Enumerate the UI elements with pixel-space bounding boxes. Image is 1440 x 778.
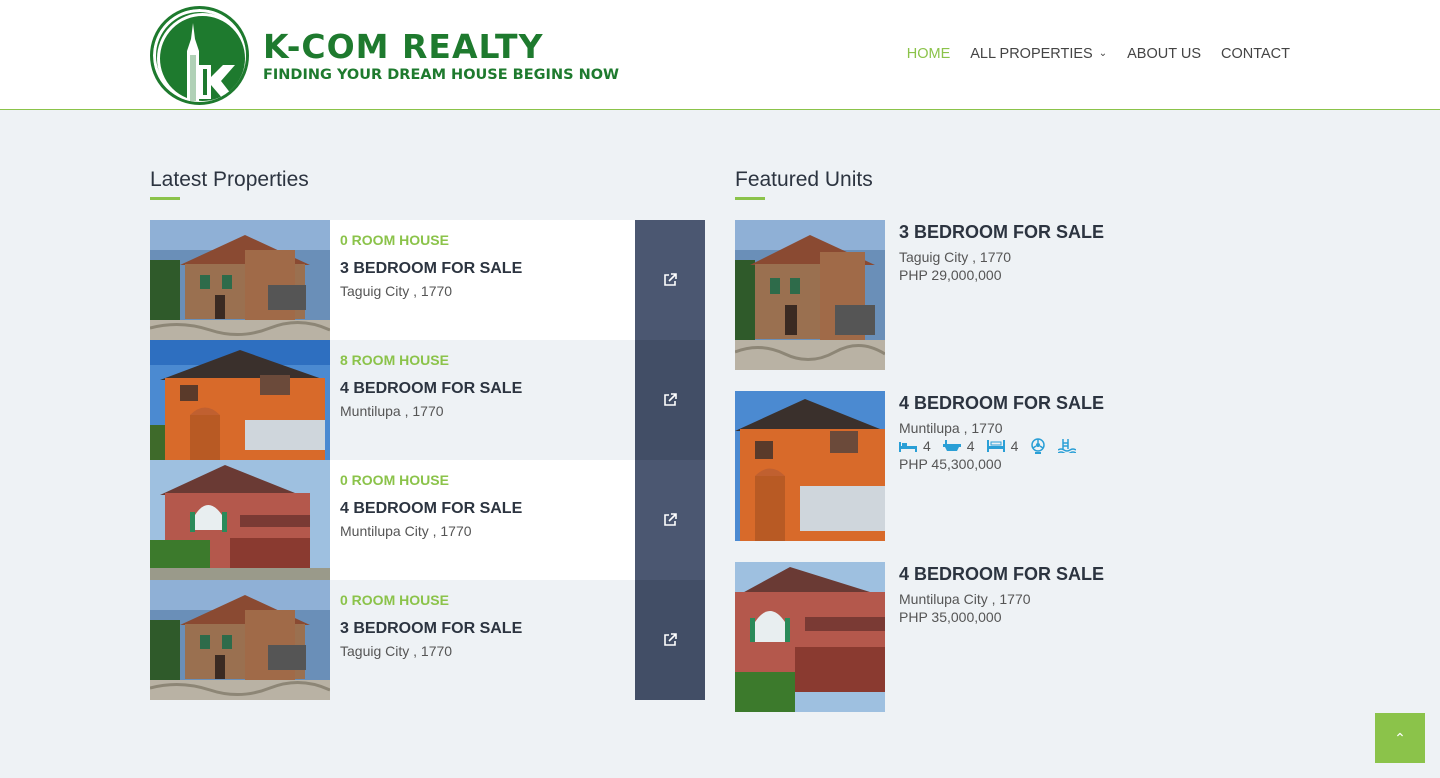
property-location: Taguig City , 1770 — [340, 283, 453, 299]
featured-price: PHP 29,000,000 — [899, 267, 1002, 283]
featured-units-heading: Featured Units — [735, 168, 873, 191]
latest-heading-underline — [150, 197, 180, 200]
external-link-icon — [664, 513, 677, 526]
main-nav: HOME ALL PROPERTIES ⌄ ABOUT US CONTACT — [907, 46, 1290, 62]
bed-frame-icon — [986, 440, 1005, 452]
external-link-icon — [664, 393, 677, 406]
property-thumbnail[interactable] — [150, 220, 330, 340]
site-logo[interactable]: K-COM REALTY FINDING YOUR DREAM HOUSE BE… — [150, 6, 619, 105]
property-title[interactable]: 4 BEDROOM FOR SALE — [340, 500, 625, 518]
featured-location: Muntilupa , 1770 — [899, 420, 1003, 436]
logo-emblem — [150, 6, 249, 105]
fan-icon — [1031, 438, 1046, 454]
bed-count: 4 — [1010, 438, 1019, 454]
room-type-label: 0 ROOM HOUSE — [340, 232, 449, 248]
nav-about-label: ABOUT US — [1127, 46, 1201, 62]
logo-building-icon — [157, 13, 246, 102]
open-property-button[interactable] — [635, 220, 705, 340]
bedroom-count: 4 — [923, 438, 931, 454]
property-thumbnail[interactable] — [150, 340, 330, 460]
featured-title[interactable]: 4 BEDROOM FOR SALE — [899, 393, 1104, 414]
property-thumbnail[interactable] — [150, 460, 330, 580]
room-type-label: 0 ROOM HOUSE — [340, 472, 449, 488]
chevron-down-icon: ⌄ — [1098, 48, 1108, 59]
featured-heading-underline — [735, 197, 765, 200]
latest-properties-list: 0 ROOM HOUSE 3 BEDROOM FOR SALE Taguig C… — [150, 220, 705, 700]
featured-thumbnail[interactable] — [735, 391, 885, 541]
property-location: Taguig City , 1770 — [340, 643, 453, 659]
room-type-label: 0 ROOM HOUSE — [340, 592, 449, 608]
open-property-button[interactable] — [635, 580, 705, 700]
nav-all-properties[interactable]: ALL PROPERTIES ⌄ — [970, 46, 1107, 62]
featured-item[interactable]: 4 BEDROOM FOR SALE Muntilupa , 1770 4 4 … — [735, 391, 1104, 541]
bathroom-count: 4 — [966, 438, 975, 454]
list-item[interactable]: 8 ROOM HOUSE 4 BEDROOM FOR SALE Muntilup… — [150, 340, 705, 460]
brand-title: K-COM REALTY — [263, 26, 544, 66]
list-item[interactable]: 0 ROOM HOUSE 4 BEDROOM FOR SALE Muntilup… — [150, 460, 705, 580]
chevron-up-icon: ⌃ — [1394, 729, 1406, 746]
featured-title[interactable]: 4 BEDROOM FOR SALE — [899, 564, 1104, 585]
nav-all-properties-label: ALL PROPERTIES — [970, 46, 1093, 62]
featured-title[interactable]: 3 BEDROOM FOR SALE — [899, 222, 1104, 243]
featured-location: Muntilupa City , 1770 — [899, 591, 1031, 607]
nav-home-label: HOME — [906, 46, 951, 62]
property-location: Muntilupa City , 1770 — [340, 523, 472, 539]
amenities-row: 4 4 4 — [899, 438, 1104, 454]
list-item[interactable]: 0 ROOM HOUSE 3 BEDROOM FOR SALE Taguig C… — [150, 220, 705, 340]
featured-price: PHP 35,000,000 — [899, 609, 1002, 625]
open-property-button[interactable] — [635, 460, 705, 580]
property-thumbnail[interactable] — [150, 580, 330, 700]
property-title[interactable]: 4 BEDROOM FOR SALE — [340, 380, 625, 398]
featured-item[interactable]: 4 BEDROOM FOR SALE Muntilupa City , 1770… — [735, 562, 1104, 712]
external-link-icon — [664, 633, 677, 646]
nav-home[interactable]: HOME — [907, 46, 951, 62]
property-title[interactable]: 3 BEDROOM FOR SALE — [340, 620, 625, 638]
back-to-top-button[interactable]: ⌃ — [1375, 713, 1425, 763]
bed-icon — [899, 442, 917, 452]
featured-thumbnail[interactable] — [735, 220, 885, 370]
site-header: K-COM REALTY FINDING YOUR DREAM HOUSE BE… — [0, 0, 1440, 110]
list-item[interactable]: 0 ROOM HOUSE 3 BEDROOM FOR SALE Taguig C… — [150, 580, 705, 700]
pool-icon — [1058, 439, 1077, 453]
latest-properties-heading: Latest Properties — [150, 168, 309, 191]
featured-price: PHP 45,300,000 — [899, 456, 1002, 472]
property-location: Muntilupa , 1770 — [340, 403, 444, 419]
featured-thumbnail[interactable] — [735, 562, 885, 712]
nav-contact[interactable]: CONTACT — [1221, 46, 1290, 62]
nav-contact-label: CONTACT — [1220, 46, 1290, 62]
open-property-button[interactable] — [635, 340, 705, 460]
brand-tagline: FINDING YOUR DREAM HOUSE BEGINS NOW — [263, 66, 620, 83]
bathtub-icon — [942, 440, 961, 451]
property-title[interactable]: 3 BEDROOM FOR SALE — [340, 260, 625, 278]
nav-about-us[interactable]: ABOUT US — [1127, 46, 1201, 62]
featured-item[interactable]: 3 BEDROOM FOR SALE Taguig City , 1770 PH… — [735, 220, 1104, 370]
room-type-label: 8 ROOM HOUSE — [340, 352, 449, 368]
featured-location: Taguig City , 1770 — [899, 249, 1012, 265]
external-link-icon — [664, 273, 677, 286]
